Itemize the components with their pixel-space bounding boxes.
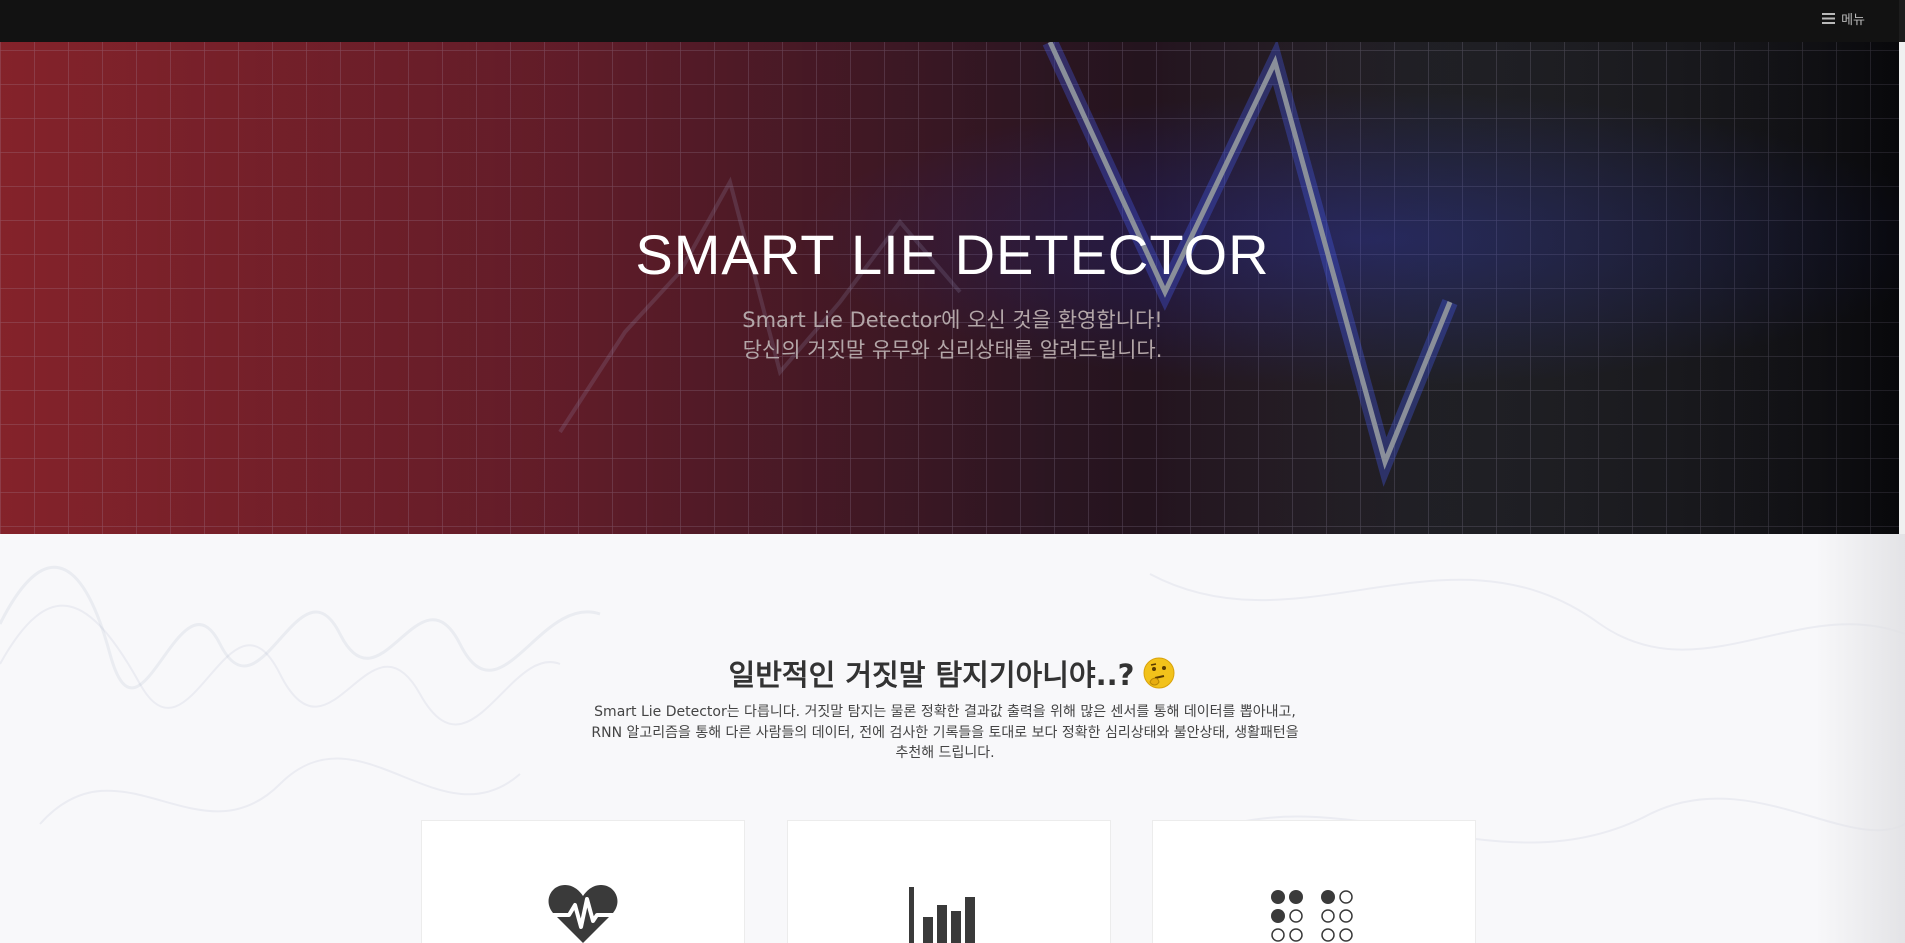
heartbeat-icon <box>547 885 619 943</box>
hero-title: SMART LIE DETECTOR <box>635 223 1270 286</box>
right-edge-shadow <box>1815 534 1905 943</box>
description-line-2: RNN 알고리즘을 통해 다른 사람들의 데이터, 전에 검사한 기록들을 토대… <box>591 724 1299 741</box>
hero-background-graphic <box>0 42 1905 534</box>
hero-subtitle-line-1: Smart Lie Detector에 오신 것을 환영합니다! <box>742 308 1163 332</box>
hero-edge <box>1899 42 1905 534</box>
bar-chart-icon <box>909 887 975 943</box>
scrollbar-strip <box>1899 0 1905 42</box>
feature-card-dots <box>1152 820 1476 943</box>
braille-dots-icon <box>1271 890 1353 942</box>
menu-button[interactable]: 메뉴 <box>1822 9 1865 28</box>
section-description: Smart Lie Detector는 다릅니다. 거짓말 탐지는 물론 정확한… <box>540 702 1350 764</box>
menu-label: 메뉴 <box>1841 13 1865 28</box>
section-heading-text: 일반적인 거짓말 탐지기아니야..? <box>728 658 1135 692</box>
hamburger-icon <box>1822 13 1836 24</box>
hero-banner: SMART LIE DETECTOR Smart Lie Detector에 오… <box>0 42 1905 534</box>
feature-card-heartbeat <box>421 820 745 943</box>
page: 메뉴 SMART LIE DETECTOR Smart Lie Detector… <box>0 0 1905 943</box>
description-line-1: Smart Lie Detector는 다릅니다. 거짓말 탐지는 물론 정확한… <box>594 704 1296 720</box>
thinking-face-icon <box>1143 657 1175 689</box>
description-line-3: 추천해 드립니다. <box>895 745 995 761</box>
feature-card-chart <box>787 820 1111 943</box>
intro-section: 일반적인 거짓말 탐지기아니야..? Smart Lie Detector는 다… <box>0 534 1905 943</box>
top-navbar: 메뉴 <box>0 0 1905 42</box>
section-heading: 일반적인 거짓말 탐지기아니야..? <box>0 652 1905 694</box>
hero-subtitle-line-2: 당신의 거짓말 유무와 심리상태를 알려드립니다. <box>742 338 1163 362</box>
